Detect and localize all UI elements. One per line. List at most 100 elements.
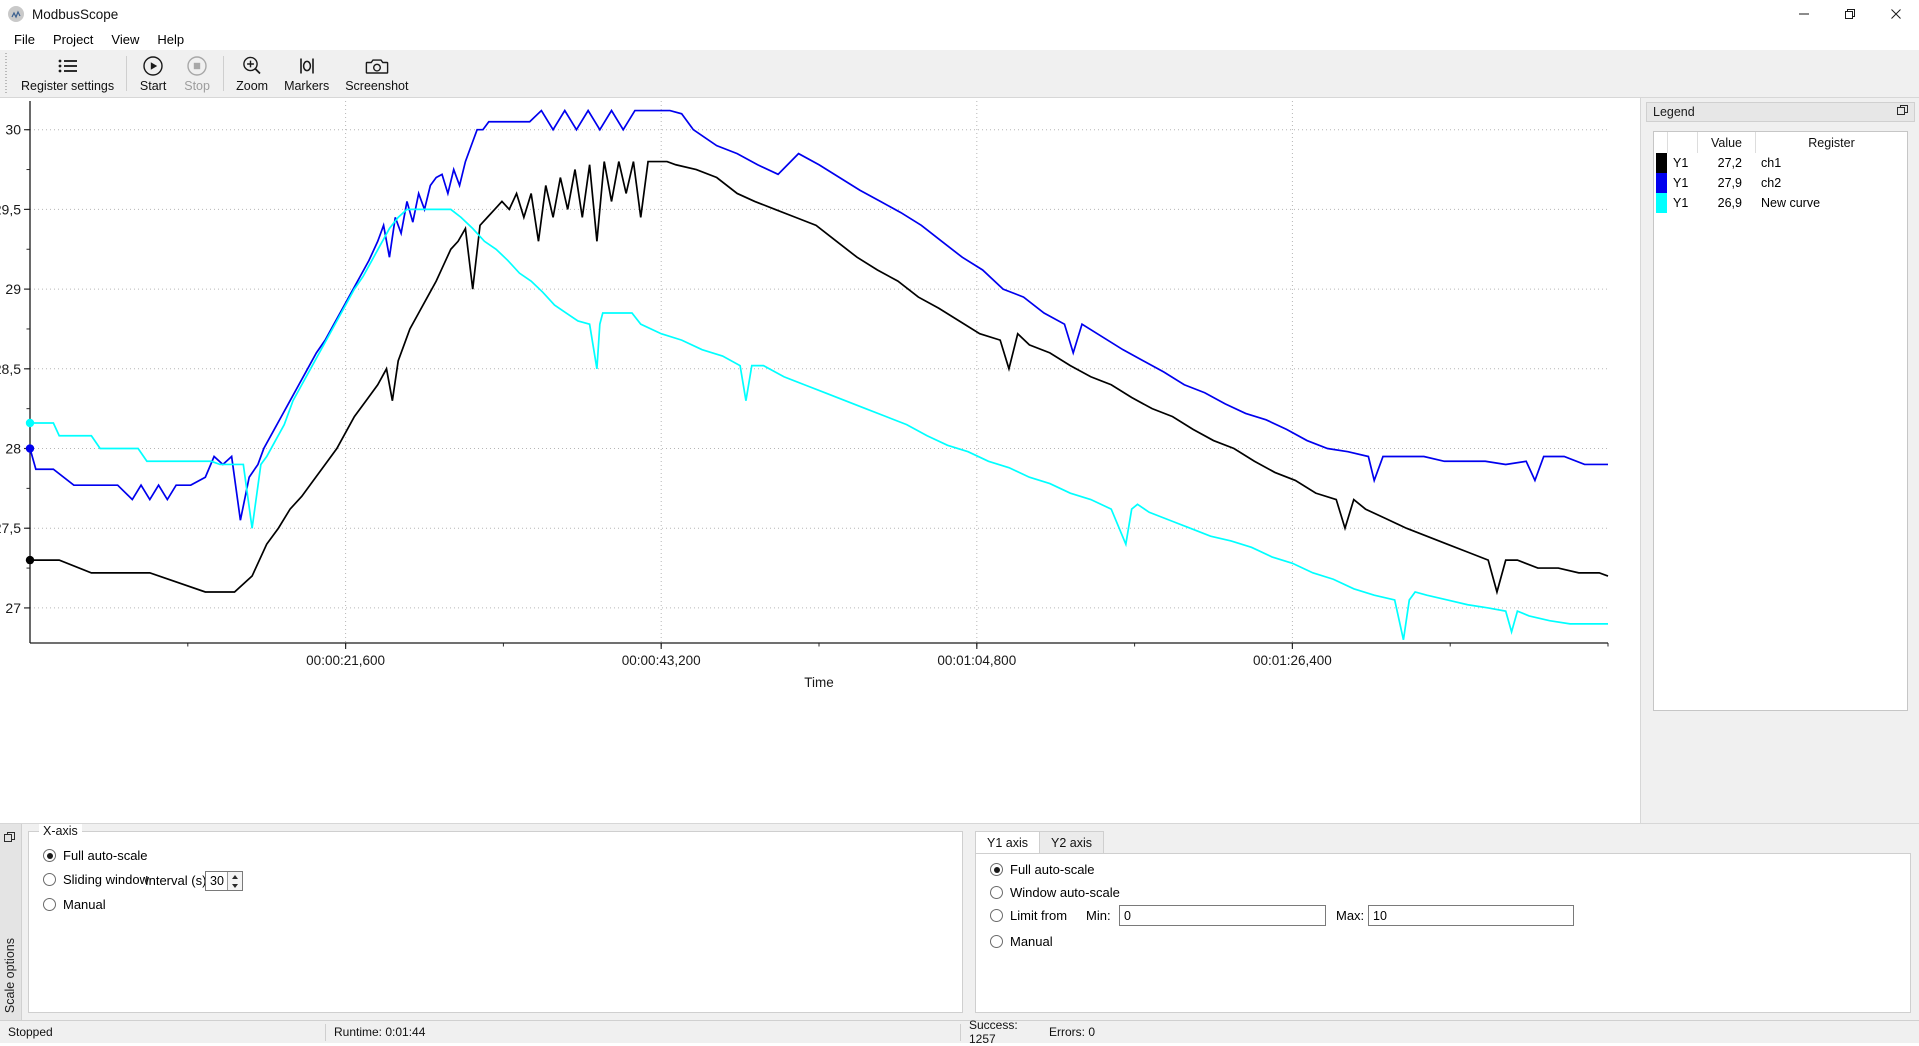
close-button[interactable] xyxy=(1873,0,1919,28)
legend-dock: Legend Value Register Y1 27,2 ch1 Y1 27,… xyxy=(1640,98,1919,823)
y-axis-tab-body: Full auto-scale Window auto-scale Limit … xyxy=(975,853,1911,1013)
screenshot-label: Screenshot xyxy=(345,78,409,93)
chart-svg: 27 27,5 28 28,5 29 29,5 30 00:00:21,600 00:00:43… xyxy=(0,101,1609,690)
x-sliding-window-label: Sliding window xyxy=(63,872,149,887)
list-icon xyxy=(57,55,79,77)
radio-icon[interactable] xyxy=(990,935,1003,948)
scale-options-dock: Scale options X-axis Full auto-scale Sli… xyxy=(0,823,1919,1021)
legend-register: New curve xyxy=(1761,196,1821,210)
svg-text:Time: Time xyxy=(804,675,834,690)
svg-text:29,5: 29,5 xyxy=(0,201,21,217)
legend-col-color xyxy=(1654,132,1668,153)
stop-button[interactable]: Stop xyxy=(175,50,219,97)
x-interval-spinbox[interactable]: 30 xyxy=(205,871,243,891)
x-interval-label: Interval (s) xyxy=(145,873,207,888)
undock-icon[interactable] xyxy=(4,831,15,846)
x-sliding-window-option[interactable]: Sliding window xyxy=(43,872,149,887)
status-bar: Stopped Runtime: 0:01:44 Success: 1257 E… xyxy=(0,1018,1919,1046)
y-axis-panel: Y1 axis Y2 axis Full auto-scale Window a… xyxy=(975,831,1911,1013)
y-manual-label: Manual xyxy=(1010,934,1053,949)
screenshot-button[interactable]: Screenshot xyxy=(337,50,416,97)
legend-register: ch1 xyxy=(1761,156,1782,170)
scale-options-tab[interactable]: Scale options xyxy=(0,824,22,1021)
legend-row[interactable]: Y1 26,9 New curve xyxy=(1654,193,1907,213)
undock-icon[interactable] xyxy=(1897,105,1908,119)
toolbar-separator xyxy=(223,56,225,91)
y-limit-from-label: Limit from xyxy=(1010,908,1068,923)
y-full-autoscale-option[interactable]: Full auto-scale xyxy=(990,862,1095,877)
stop-label: Stop xyxy=(184,78,210,93)
play-circle-icon xyxy=(142,55,164,77)
window-controls xyxy=(1781,0,1919,28)
svg-text:00:00:21,600: 00:00:21,600 xyxy=(306,653,385,668)
legend-axis: Y1 xyxy=(1673,196,1689,210)
start-label: Start xyxy=(139,78,167,93)
y-window-autoscale-label: Window auto-scale xyxy=(1010,885,1120,900)
x-axis-group: X-axis Full auto-scale Sliding window In… xyxy=(28,824,963,1013)
x-manual-option[interactable]: Manual xyxy=(43,897,106,912)
legend-register: ch2 xyxy=(1761,176,1782,190)
y-max-label-wrap: Max: xyxy=(1336,908,1364,923)
x-interval-value: 30 xyxy=(210,874,224,888)
menu-project[interactable]: Project xyxy=(44,30,102,49)
minimize-button[interactable] xyxy=(1781,0,1827,28)
spinner-arrows[interactable] xyxy=(227,872,242,890)
svg-text:00:01:04,800: 00:01:04,800 xyxy=(937,653,1016,668)
markers-icon xyxy=(296,55,318,77)
camera-icon xyxy=(365,55,389,77)
y-limit-from-option[interactable]: Limit from xyxy=(990,908,1067,923)
zoom-button[interactable]: Zoom xyxy=(228,50,276,97)
radio-icon[interactable] xyxy=(990,863,1003,876)
markers-button[interactable]: Markers xyxy=(276,50,337,97)
legend-value: 27,9 xyxy=(1717,176,1742,190)
radio-icon[interactable] xyxy=(43,849,56,862)
status-runtime: Runtime: 0:01:44 xyxy=(334,1025,426,1039)
x-full-autoscale-label: Full auto-scale xyxy=(63,848,148,863)
status-errors: Errors: 0 xyxy=(1049,1025,1096,1039)
legend-value: 26,9 xyxy=(1717,196,1742,210)
svg-text:27,5: 27,5 xyxy=(0,520,21,536)
legend-color-swatch xyxy=(1656,153,1667,173)
x-full-autoscale-option[interactable]: Full auto-scale xyxy=(43,848,148,863)
legend-axis: Y1 xyxy=(1673,176,1689,190)
menu-help[interactable]: Help xyxy=(148,30,193,49)
scale-options-label: Scale options xyxy=(3,937,17,1013)
toolbar-grip[interactable] xyxy=(2,53,11,94)
radio-icon[interactable] xyxy=(43,873,56,886)
register-settings-button[interactable]: Register settings xyxy=(13,50,122,97)
start-button[interactable]: Start xyxy=(131,50,175,97)
y-max-label: Max: xyxy=(1336,908,1365,923)
y-max-value: 10 xyxy=(1373,908,1387,923)
svg-text:00:00:43,200: 00:00:43,200 xyxy=(622,653,701,668)
y-max-input[interactable]: 10 xyxy=(1368,905,1574,926)
chart-plot-area[interactable]: 27 27,5 28 28,5 29 29,5 30 00:00:21,600 00:00:43… xyxy=(0,98,1640,823)
legend-dock-title: Legend xyxy=(1646,102,1915,122)
toolbar: Register settings Start Stop Zoom Marker… xyxy=(0,50,1919,98)
y-manual-option[interactable]: Manual xyxy=(990,934,1053,949)
radio-icon[interactable] xyxy=(990,909,1003,922)
y-full-autoscale-label: Full auto-scale xyxy=(1010,862,1095,877)
maximize-restore-button[interactable] xyxy=(1827,0,1873,28)
legend-table[interactable]: Value Register Y1 27,2 ch1 Y1 27,9 ch2 Y… xyxy=(1653,131,1908,711)
app-icon xyxy=(8,6,24,22)
y-min-label: Min: xyxy=(1086,908,1111,923)
x-interval-label-wrap: Interval (s) xyxy=(145,873,206,888)
markers-label: Markers xyxy=(284,78,330,93)
tab-y2-axis[interactable]: Y2 axis xyxy=(1039,831,1104,853)
svg-text:00:01:26,400: 00:01:26,400 xyxy=(1253,653,1332,668)
menu-bar: File Project View Help xyxy=(0,28,1919,50)
radio-icon[interactable] xyxy=(43,898,56,911)
radio-icon[interactable] xyxy=(990,886,1003,899)
y-window-autoscale-option[interactable]: Window auto-scale xyxy=(990,885,1120,900)
legend-row[interactable]: Y1 27,9 ch2 xyxy=(1654,173,1907,193)
legend-row[interactable]: Y1 27,2 ch1 xyxy=(1654,153,1907,173)
y-min-input[interactable]: 0 xyxy=(1119,905,1326,926)
menu-view[interactable]: View xyxy=(102,30,148,49)
legend-header-row: Value Register xyxy=(1654,132,1907,153)
register-settings-label: Register settings xyxy=(21,78,115,93)
tab-y1-axis[interactable]: Y1 axis xyxy=(975,831,1040,853)
menu-file[interactable]: File xyxy=(5,30,44,49)
magnifier-plus-icon xyxy=(241,55,263,77)
status-state: Stopped xyxy=(8,1025,53,1039)
legend-col-axis xyxy=(1668,132,1698,153)
